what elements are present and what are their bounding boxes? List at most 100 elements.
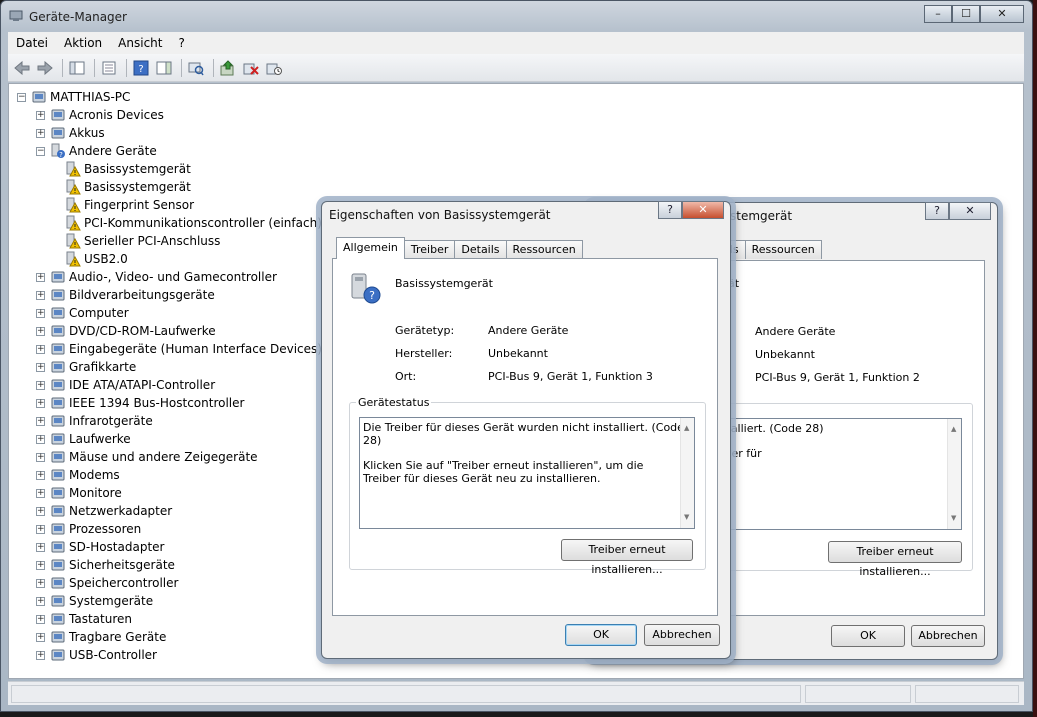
tree-category[interactable]: + Tastaturen [36, 610, 132, 628]
tree-category[interactable]: + Eingabegeräte (Human Interface Devices) [36, 340, 322, 358]
tab-allgemein[interactable]: Allgemein [336, 237, 405, 259]
value-device-type: Andere Geräte [755, 325, 836, 338]
update-driver-icon[interactable] [218, 58, 238, 78]
tree-category[interactable]: + Akkus [36, 124, 105, 142]
expand-toggle-icon[interactable]: + [36, 380, 45, 390]
tree-category[interactable]: + DVD/CD-ROM-Laufwerke [36, 322, 216, 340]
minimize-button[interactable]: – [924, 5, 952, 23]
tab-ressourcen[interactable]: Ressourcen [505, 240, 583, 259]
tab-details[interactable]: Details [454, 240, 507, 259]
help-button[interactable]: ? [658, 201, 682, 219]
tree-device[interactable]: PCI-Kommunikationscontroller (einfach) [55, 214, 322, 232]
tree-category[interactable]: + Acronis Devices [36, 106, 164, 124]
ok-button[interactable]: OK [831, 625, 905, 647]
collapse-toggle-icon[interactable]: − [36, 146, 45, 156]
expand-toggle-icon[interactable]: + [36, 560, 45, 570]
ok-button[interactable]: OK [565, 624, 637, 646]
expand-toggle-icon[interactable]: + [36, 272, 45, 282]
console-tree-icon[interactable] [67, 58, 87, 78]
device-status-textbox[interactable]: Die Treiber für dieses Gerät wurden nich… [359, 417, 695, 529]
tree-category[interactable]: + Modems [36, 466, 120, 484]
expand-toggle-icon[interactable]: + [36, 614, 45, 624]
tree-category[interactable]: + Prozessoren [36, 520, 141, 538]
tree-category[interactable]: + Systemgeräte [36, 592, 153, 610]
tree-category[interactable]: + IEEE 1394 Bus-Hostcontroller [36, 394, 244, 412]
menu-help[interactable]: ? [170, 36, 192, 50]
close-button[interactable]: ✕ [682, 201, 724, 219]
expand-toggle-icon[interactable]: + [36, 110, 45, 120]
menu-aktion[interactable]: Aktion [56, 36, 110, 50]
collapse-toggle-icon[interactable]: − [17, 92, 26, 102]
close-button[interactable]: ✕ [949, 202, 991, 220]
expand-toggle-icon[interactable]: + [36, 290, 45, 300]
expand-toggle-icon[interactable]: + [36, 308, 45, 318]
tree-category[interactable]: + Tragbare Geräte [36, 628, 166, 646]
tree-device[interactable]: USB2.0 [55, 250, 128, 268]
properties-sheet-icon[interactable] [99, 58, 119, 78]
tree-item-label: USB-Controller [69, 648, 157, 662]
security-device-icon [50, 557, 66, 573]
reinstall-driver-button[interactable]: Treiber erneut installieren... [828, 541, 962, 578]
expand-toggle-icon[interactable]: + [36, 650, 45, 660]
status-scrollbar[interactable]: ▲ ▼ [947, 419, 961, 529]
tree-category[interactable]: + Computer [36, 304, 129, 322]
menu-ansicht[interactable]: Ansicht [110, 36, 170, 50]
tab-treiber[interactable]: Treiber [403, 240, 456, 259]
tree-category[interactable]: + Mäuse und andere Zeigegeräte [36, 448, 258, 466]
back-arrow-icon[interactable] [12, 58, 32, 78]
expand-toggle-icon[interactable]: + [36, 326, 45, 336]
expand-toggle-icon[interactable]: + [36, 398, 45, 408]
help-button[interactable]: ? [925, 202, 949, 220]
action-pane-icon[interactable] [154, 58, 174, 78]
maximize-button[interactable]: ☐ [952, 5, 980, 23]
tree-category[interactable]: + Grafikkarte [36, 358, 136, 376]
network-adapter-icon [50, 503, 66, 519]
disable-icon[interactable] [264, 58, 284, 78]
expand-toggle-icon[interactable]: + [36, 488, 45, 498]
tree-device[interactable]: Basissystemgerät [55, 178, 191, 196]
tree-category[interactable]: + Laufwerke [36, 430, 131, 448]
uninstall-icon[interactable] [241, 58, 261, 78]
expand-toggle-icon[interactable]: + [36, 416, 45, 426]
expand-toggle-icon[interactable]: + [36, 524, 45, 534]
expand-toggle-icon[interactable]: + [36, 362, 45, 372]
expand-toggle-icon[interactable]: + [36, 596, 45, 606]
tree-category[interactable]: + USB-Controller [36, 646, 157, 664]
tab-ressourcen[interactable]: Ressourcen [744, 240, 822, 259]
tree-category[interactable]: −? Andere Geräte [36, 142, 157, 160]
forward-arrow-icon[interactable] [35, 58, 55, 78]
tree-device[interactable]: Fingerprint Sensor [55, 196, 194, 214]
tree-category[interactable]: + SD-Hostadapter [36, 538, 164, 556]
expand-toggle-icon[interactable]: + [36, 344, 45, 354]
tree-item-label: Grafikkarte [69, 360, 137, 374]
expand-toggle-icon[interactable]: + [36, 128, 45, 138]
tree-category[interactable]: + Monitore [36, 484, 122, 502]
cancel-button[interactable]: Abbrechen [644, 624, 720, 646]
tree-category[interactable]: + Audio-, Video- und Gamecontroller [36, 268, 277, 286]
tree-device[interactable]: Basissystemgerät [55, 160, 191, 178]
expand-toggle-icon[interactable]: + [36, 452, 45, 462]
close-button[interactable]: ✕ [980, 5, 1024, 23]
tree-category[interactable]: + Infrarotgeräte [36, 412, 153, 430]
scan-hardware-icon[interactable] [186, 58, 206, 78]
properties-dialog-front[interactable]: Eigenschaften von Basissystemgerät ? ✕ A… [321, 201, 731, 659]
tree-category[interactable]: + IDE ATA/ATAPI-Controller [36, 376, 215, 394]
tree-category[interactable]: + Bildverarbeitungsgeräte [36, 286, 215, 304]
menu-datei[interactable]: Datei [8, 36, 56, 50]
expand-toggle-icon[interactable]: + [36, 506, 45, 516]
expand-toggle-icon[interactable]: + [36, 578, 45, 588]
title-bar[interactable]: Geräte-Manager – ☐ ✕ [1, 1, 1032, 31]
expand-toggle-icon[interactable]: + [36, 542, 45, 552]
tree-category[interactable]: + Netzwerkadapter [36, 502, 172, 520]
tree-device[interactable]: Serieller PCI-Anschluss [55, 232, 220, 250]
tree-category[interactable]: + Speichercontroller [36, 574, 178, 592]
expand-toggle-icon[interactable]: + [36, 632, 45, 642]
expand-toggle-icon[interactable]: + [36, 470, 45, 480]
help-icon[interactable]: ? [131, 58, 151, 78]
reinstall-driver-button[interactable]: Treiber erneut installieren... [561, 539, 693, 576]
cancel-button[interactable]: Abbrechen [911, 625, 985, 647]
tree-root[interactable]: − MATTHIAS-PC [17, 88, 130, 106]
tree-category[interactable]: + Sicherheitsgeräte [36, 556, 175, 574]
status-scrollbar[interactable]: ▲ ▼ [680, 418, 694, 528]
expand-toggle-icon[interactable]: + [36, 434, 45, 444]
